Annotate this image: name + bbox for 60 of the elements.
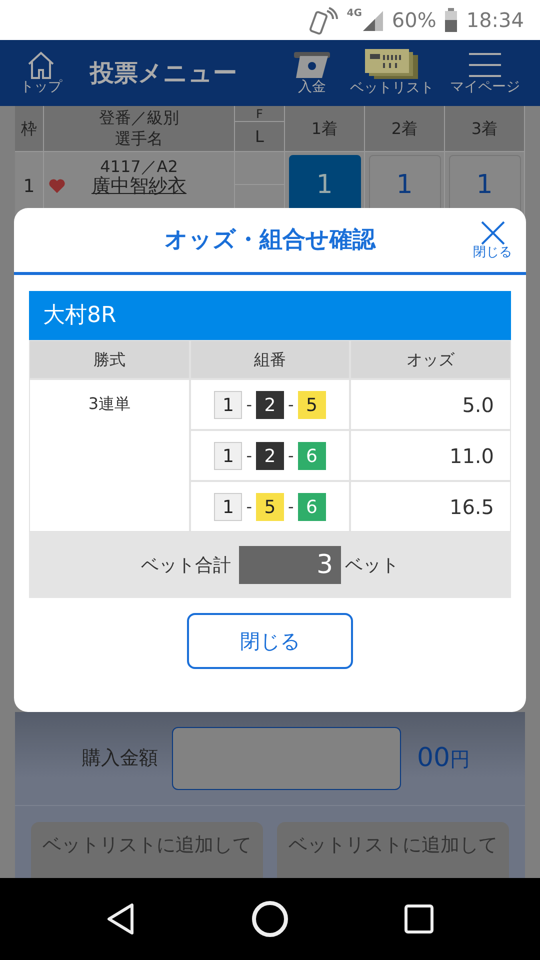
yen-unit: 円	[450, 746, 470, 772]
number-chip: 5	[256, 492, 284, 520]
dash-separator: -	[246, 394, 252, 416]
ticket-stack-icon	[364, 49, 420, 82]
back-icon[interactable]	[106, 902, 136, 936]
dash-separator: -	[246, 496, 252, 518]
menu-button[interactable]: マイページ	[446, 50, 524, 96]
number-chip: 1	[214, 390, 242, 418]
table-header: L	[235, 122, 285, 152]
battery-icon	[444, 8, 458, 32]
nfc-phone-icon	[308, 5, 339, 35]
racer-name-link[interactable]: 廣中智紗衣	[92, 176, 186, 198]
number-chip: 2	[256, 390, 284, 418]
bet-type-cell: 3連単	[29, 379, 190, 532]
table-header: 選手名	[115, 128, 163, 150]
home-icon[interactable]	[250, 900, 289, 938]
dash-separator: -	[288, 394, 294, 416]
bet-list-button[interactable]: ベットリスト	[346, 49, 438, 97]
odds-value: 5.0	[462, 392, 494, 418]
dash-separator: -	[288, 444, 294, 466]
amount-input[interactable]	[172, 727, 401, 790]
recents-icon[interactable]	[404, 904, 434, 934]
close-button[interactable]: 閉じる	[187, 613, 353, 669]
table-header: 登番／級別	[99, 108, 179, 128]
column-header: 組番	[190, 340, 350, 379]
column-header: オッズ	[350, 340, 511, 379]
dash-separator: -	[246, 444, 252, 466]
table-header: 1着	[285, 106, 365, 152]
odds-value: 16.5	[449, 494, 494, 520]
deposit-button[interactable]: 入金	[286, 50, 338, 96]
bet-unit-label: ベット	[345, 554, 399, 578]
number-chip: 1	[214, 492, 242, 520]
page-title: 投票メニュー	[90, 58, 237, 89]
battery-level: 60%	[392, 7, 436, 34]
column-header: 勝式	[29, 340, 190, 379]
table-header: F	[235, 106, 285, 122]
close-icon	[480, 220, 506, 246]
clock-time: 18:34	[466, 7, 524, 34]
table-header: 3着	[445, 106, 525, 152]
bet-total-value: 3	[239, 546, 341, 584]
network-type: 4G	[346, 7, 362, 21]
home-icon	[26, 50, 56, 80]
number-chip: 5	[298, 390, 326, 418]
bet-total-label: ベット合計	[141, 554, 231, 578]
number-chip: 6	[298, 492, 326, 520]
number-chip: 2	[256, 442, 284, 470]
amount-value: 00	[417, 742, 450, 775]
modal-title: オッズ・組合せ確認	[164, 226, 376, 255]
race-title-bar: 大村8R	[29, 291, 511, 340]
number-chip: 1	[214, 442, 242, 470]
amount-label: 購入金額	[81, 746, 159, 772]
registration-class: 4117／A2	[100, 158, 178, 176]
dash-separator: -	[288, 496, 294, 518]
signal-icon	[362, 9, 384, 31]
number-chip: 6	[298, 442, 326, 470]
table-header: 2着	[365, 106, 445, 152]
close-button[interactable]: 閉じる	[473, 220, 512, 260]
home-button[interactable]: トップ	[16, 50, 66, 96]
table-header: 枠	[15, 106, 44, 152]
odds-value: 11.0	[449, 442, 494, 470]
